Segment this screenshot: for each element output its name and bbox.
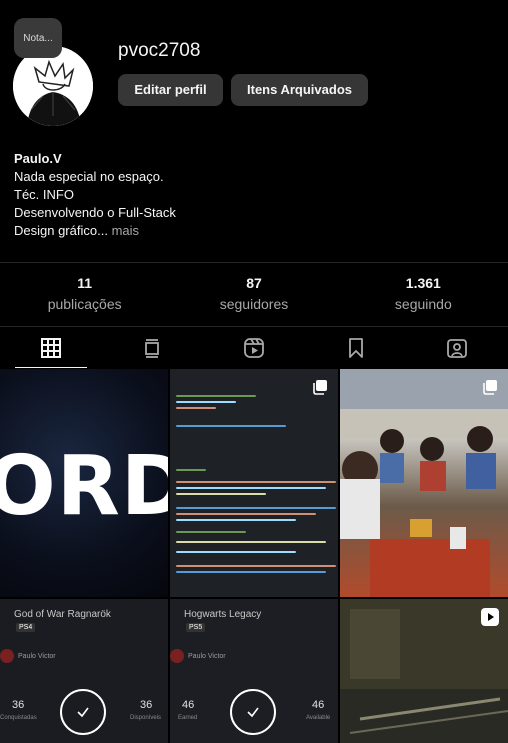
stat-label: publicações	[47, 296, 122, 312]
trophy-count: 36	[140, 699, 153, 711]
platform-badge: PS5	[186, 623, 206, 632]
note-bubble[interactable]: Nota...	[14, 18, 62, 58]
archived-items-button[interactable]: Itens Arquivados	[231, 74, 368, 106]
reel-icon	[481, 608, 499, 626]
code-line	[176, 571, 326, 573]
code-line	[176, 395, 256, 397]
tab-tagged[interactable]	[406, 327, 508, 368]
game-user: Paulo Victor	[18, 653, 56, 660]
code-line	[176, 425, 286, 427]
code-line	[176, 551, 296, 553]
stats-divider	[0, 262, 508, 263]
bio-line: Design gráfico... mais	[14, 222, 176, 240]
posts-grid: ORD God of War Ragnarök PS4 Paulo Victor…	[0, 369, 508, 743]
code-line	[176, 519, 296, 521]
reels-icon	[244, 337, 264, 358]
tab-posts[interactable]	[0, 327, 102, 368]
post-photo	[340, 369, 508, 597]
bookmark-icon	[348, 337, 363, 358]
code-line	[176, 507, 336, 509]
post-overlay-text: ORD	[0, 439, 168, 534]
code-line	[176, 493, 266, 495]
trophy-count: 46	[182, 699, 195, 711]
checkmark-icon	[77, 707, 89, 718]
trophy-label: Earned	[178, 715, 198, 721]
bio: Paulo.V Nada especial no espaço. Téc. IN…	[14, 150, 176, 240]
bio-line: Desenvolvendo o Full-Stack	[14, 205, 176, 220]
trophy-count: 36	[12, 699, 25, 711]
tab-saved[interactable]	[305, 327, 407, 368]
feed-icon	[145, 338, 160, 358]
bio-last-line: Design gráfico...	[14, 223, 108, 238]
stat-followers[interactable]: 87 seguidores	[169, 274, 338, 314]
user-avatar	[170, 649, 184, 663]
post-tile[interactable]	[340, 369, 508, 597]
stat-posts[interactable]: 11 publicações	[0, 274, 169, 314]
check-circle	[230, 689, 276, 735]
stat-label: seguindo	[394, 296, 452, 312]
tagged-icon	[447, 338, 468, 358]
code-line	[176, 487, 326, 489]
tab-feed[interactable]	[102, 327, 204, 368]
avatar-illustration	[13, 46, 93, 126]
stat-count: 1.361	[405, 275, 441, 291]
trophy-label: Disponíveis	[130, 715, 162, 721]
display-name: Paulo.V	[14, 151, 62, 166]
game-title: Hogwarts Legacy	[184, 609, 262, 620]
post-tile[interactable]: Hogwarts Legacy PS5 Paulo Victor 46 Earn…	[170, 599, 338, 743]
stat-count: 11	[77, 275, 93, 291]
bio-line: Nada especial no espaço.	[14, 169, 164, 184]
code-line	[176, 481, 336, 483]
trophy-label: Conquistadas	[0, 715, 37, 721]
code-line	[176, 565, 336, 567]
stat-count: 87	[246, 275, 262, 291]
edit-profile-button[interactable]: Editar perfil	[118, 74, 223, 106]
code-line	[176, 401, 236, 403]
post-tile[interactable]	[170, 369, 338, 597]
stat-following[interactable]: 1.361 seguindo	[339, 274, 508, 314]
profile-tabs	[0, 326, 508, 368]
multiple-photos-icon	[313, 380, 327, 395]
post-tile[interactable]: ORD	[0, 369, 168, 597]
game-user: Paulo Victor	[188, 653, 226, 660]
game-title: God of War Ragnarök	[14, 609, 111, 620]
check-circle	[60, 689, 106, 735]
code-line	[176, 513, 316, 515]
trophy-label: Available	[306, 715, 331, 721]
grid-icon	[40, 337, 61, 358]
code-line	[176, 531, 246, 533]
avatar[interactable]	[13, 46, 93, 126]
stat-label: seguidores	[219, 296, 289, 312]
code-line	[176, 407, 216, 409]
bio-line: Téc. INFO	[14, 187, 74, 202]
tab-reels[interactable]	[203, 327, 305, 368]
code-line	[176, 469, 206, 471]
trophy-count: 46	[312, 699, 325, 711]
user-avatar	[0, 649, 14, 663]
code-line	[176, 541, 326, 543]
post-tile[interactable]	[340, 599, 508, 743]
profile-header: Nota... pvoc2708 Editar perfil Itens Arq…	[0, 0, 508, 140]
checkmark-icon	[247, 707, 259, 718]
username: pvoc2708	[118, 40, 201, 61]
stats-bar: 11 publicações 87 seguidores 1.361 segui…	[0, 274, 508, 314]
platform-badge: PS4	[16, 623, 36, 632]
post-tile[interactable]: God of War Ragnarök PS4 Paulo Victor 36 …	[0, 599, 168, 743]
bio-more-link[interactable]: mais	[112, 223, 139, 238]
multiple-photos-icon	[483, 380, 497, 395]
